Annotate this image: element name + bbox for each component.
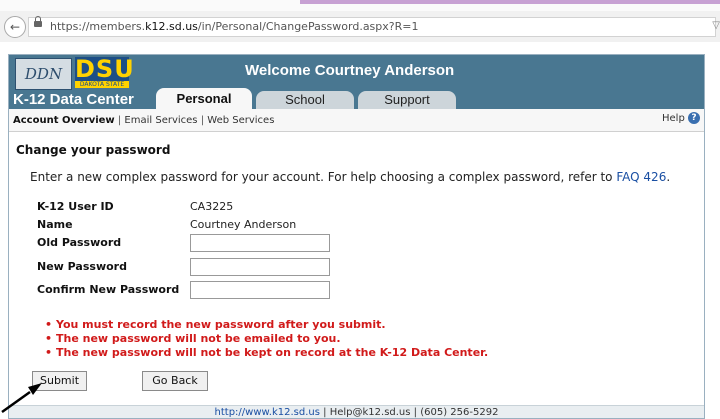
site-banner: DDN DSU DAKOTA STATE Welcome Courtney An… [9,55,704,109]
sub-navigation: Account Overview | Email Services | Web … [9,109,704,132]
lock-icon [34,16,42,27]
user-id-label: K-12 User ID [37,200,114,213]
warning-not-kept: The new password will not be kept on rec… [45,346,488,359]
url-dropdown-icon[interactable]: ▽ [712,20,720,31]
footer-email[interactable]: Help@k12.sd.us [330,407,411,418]
tab-personal[interactable]: Personal [156,88,252,109]
footer-text: http://www.k12.sd.us | Help@k12.sd.us | … [214,407,499,418]
subnav-separator: | [117,115,122,126]
go-back-button[interactable]: Go Back [142,371,208,391]
url-text: https://members.k12.sd.us/in/Personal/Ch… [50,20,419,33]
welcome-title: Welcome Courtney Anderson [245,62,455,79]
footer-website-link[interactable]: http://www.k12.sd.us [215,407,320,418]
browser-tab-accent [300,0,720,4]
user-id-value: CA3225 [190,200,234,213]
intro-text: Enter a new complex password for your ac… [30,170,671,184]
help-icon[interactable]: ? [688,112,700,124]
name-label: Name [37,218,73,231]
help-link[interactable]: Help ? [662,112,700,124]
tab-school[interactable]: School [256,91,354,109]
browser-chrome: ← https://members.k12.sd.us/in/Personal/… [0,0,720,42]
subnav-separator: | [200,115,205,126]
page-title: Change your password [16,143,171,157]
new-password-field[interactable] [190,258,330,276]
dsu-logo-subtitle: DAKOTA STATE [75,81,129,88]
old-password-label: Old Password [37,236,122,249]
warning-not-emailed: The new password will not be emailed to … [45,332,341,345]
page-frame: DDN DSU DAKOTA STATE Welcome Courtney An… [8,54,705,419]
help-label: Help [662,113,685,124]
subnav-email-services[interactable]: Email Services [124,115,197,126]
confirm-password-field[interactable] [190,281,330,299]
name-value: Courtney Anderson [190,218,297,231]
subnav-account-overview[interactable]: Account Overview [13,115,115,126]
confirm-password-label: Confirm New Password [37,283,180,296]
address-bar[interactable]: https://members.k12.sd.us/in/Personal/Ch… [28,16,720,37]
warning-record-password: You must record the new password after y… [45,318,386,331]
footer-phone: (605) 256-5292 [420,407,499,418]
new-password-label: New Password [37,260,127,273]
site-name: K-12 Data Center [13,91,134,108]
faq-link[interactable]: FAQ 426 [616,170,666,184]
subnav-links: Account Overview | Email Services | Web … [13,115,274,126]
ddn-logo: DDN [15,58,72,90]
subnav-web-services[interactable]: Web Services [207,115,274,126]
old-password-field[interactable] [190,234,330,252]
back-arrow-icon[interactable]: ← [4,16,26,38]
submit-button[interactable]: Submit [32,371,87,391]
tab-support[interactable]: Support [358,91,456,109]
